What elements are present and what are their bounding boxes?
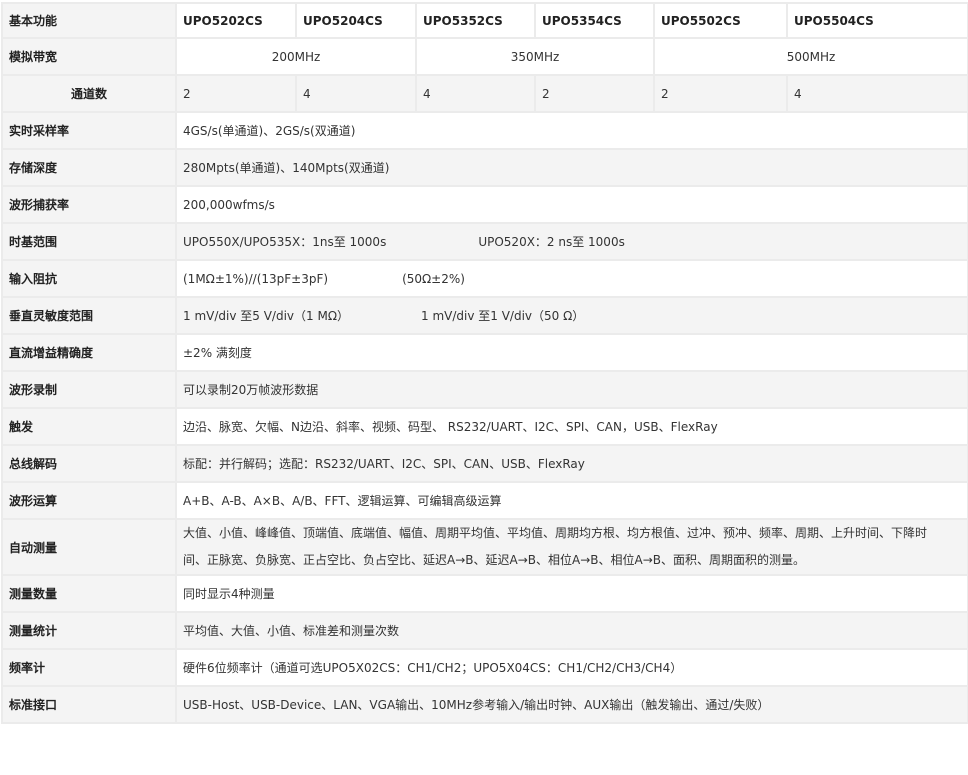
memory-depth-row: 存储深度 280Mpts(单通道)、140Mpts(双通道) <box>1 148 968 187</box>
sensitivity-value-a: 1 mV/div 至5 V/div（1 MΩ） <box>183 309 349 323</box>
row-value: 200,000wfms/s <box>175 185 968 224</box>
timebase-row: 时基范围 UPO550X/UPO535X：1ns至 1000s UPO520X：2… <box>1 222 968 261</box>
recording-row: 波形录制 可以录制20万帧波形数据 <box>1 370 968 409</box>
channels-row: 通道数 2 4 4 2 2 4 <box>1 74 968 113</box>
row-value: 280Mpts(单通道)、140Mpts(双通道) <box>175 148 968 187</box>
math-row: 波形运算 A+B、A-B、A×B、A/B、FFT、逻辑运算、可编辑高级运算 <box>1 481 968 520</box>
channels-value: 4 <box>415 74 536 113</box>
trigger-row: 触发 边沿、脉宽、欠幅、N边沿、斜率、视频、码型、 RS232/UART、I2C… <box>1 407 968 446</box>
channels-value: 4 <box>295 74 417 113</box>
auto-measure-row: 自动测量 大值、小值、峰峰值、顶端值、底端值、幅值、周期平均值、平均值、周期均方… <box>1 518 968 576</box>
row-value: 4GS/s(单通道)、2GS/s(双通道) <box>175 111 968 150</box>
row-value: (1MΩ±1%)//(13pF±3pF) (50Ω±2%) <box>175 259 968 298</box>
auto-measure-line-1: 大值、小值、峰峰值、顶端值、底端值、幅值、周期平均值、平均值、周期均方根、均方根… <box>183 526 928 540</box>
bandwidth-value: 200MHz <box>175 37 417 76</box>
timebase-value-a: UPO550X/UPO535X：1ns至 1000s <box>183 235 387 249</box>
row-label: 频率计 <box>1 648 177 687</box>
row-value: 标配：并行解码；选配：RS232/UART、I2C、SPI、CAN、USB、Fl… <box>175 444 968 483</box>
impedance-value-a: (1MΩ±1%)//(13pF±3pF) <box>183 271 329 286</box>
row-label: 时基范围 <box>1 222 177 261</box>
auto-measure-line-2: 间、正脉宽、负脉宽、正占空比、负占空比、延迟A→B、延迟A→B、相位A→B、相位… <box>183 553 805 567</box>
measure-stats-row: 测量统计 平均值、大值、小值、标准差和测量次数 <box>1 611 968 650</box>
bandwidth-value: 500MHz <box>653 37 968 76</box>
row-label: 自动测量 <box>1 518 177 576</box>
capture-rate-row: 波形捕获率 200,000wfms/s <box>1 185 968 224</box>
channels-value: 2 <box>653 74 788 113</box>
row-value: 边沿、脉宽、欠幅、N边沿、斜率、视频、码型、 RS232/UART、I2C、SP… <box>175 407 968 446</box>
row-value: 大值、小值、峰峰值、顶端值、底端值、幅值、周期平均值、平均值、周期均方根、均方根… <box>175 518 968 576</box>
row-label: 通道数 <box>1 74 177 113</box>
row-label: 直流增益精确度 <box>1 333 177 372</box>
row-value: 同时显示4种测量 <box>175 574 968 613</box>
row-label: 垂直灵敏度范围 <box>1 296 177 335</box>
sample-rate-row: 实时采样率 4GS/s(单通道)、2GS/s(双通道) <box>1 111 968 150</box>
row-label: 测量数量 <box>1 574 177 613</box>
row-label: 波形捕获率 <box>1 185 177 224</box>
channels-value: 2 <box>175 74 297 113</box>
model-header: UPO5352CS <box>415 2 536 39</box>
row-value: 可以录制20万帧波形数据 <box>175 370 968 409</box>
sensitivity-value-b: 1 mV/div 至1 V/div（50 Ω） <box>421 309 585 323</box>
bandwidth-row: 模拟带宽 200MHz 350MHz 500MHz <box>1 37 968 76</box>
channels-value: 2 <box>534 74 655 113</box>
impedance-value-b: (50Ω±2%) <box>402 271 465 286</box>
row-label: 模拟带宽 <box>1 37 177 76</box>
header-label: 基本功能 <box>1 2 177 39</box>
timebase-value-b: UPO520X：2 ns至 1000s <box>478 235 625 249</box>
row-value: A+B、A-B、A×B、A/B、FFT、逻辑运算、可编辑高级运算 <box>175 481 968 520</box>
model-header: UPO5502CS <box>653 2 788 39</box>
row-label: 波形录制 <box>1 370 177 409</box>
row-value: UPO550X/UPO535X：1ns至 1000s UPO520X：2 ns至 … <box>175 222 968 261</box>
row-label: 测量统计 <box>1 611 177 650</box>
input-impedance-row: 输入阻抗 (1MΩ±1%)//(13pF±3pF) (50Ω±2%) <box>1 259 968 298</box>
row-label: 总线解码 <box>1 444 177 483</box>
row-label: 标准接口 <box>1 685 177 724</box>
row-label: 输入阻抗 <box>1 259 177 298</box>
interfaces-row: 标准接口 USB-Host、USB-Device、LAN、VGA输出、10MHz… <box>1 685 968 724</box>
row-label: 存储深度 <box>1 148 177 187</box>
row-value: USB-Host、USB-Device、LAN、VGA输出、10MHz参考输入/… <box>175 685 968 724</box>
freq-counter-row: 频率计 硬件6位频率计（通道可选UPO5X02CS：CH1/CH2；UPO5X0… <box>1 648 968 687</box>
row-label: 波形运算 <box>1 481 177 520</box>
row-label: 实时采样率 <box>1 111 177 150</box>
model-header: UPO5202CS <box>175 2 297 39</box>
dc-gain-row: 直流增益精确度 ±2% 满刻度 <box>1 333 968 372</box>
header-row: 基本功能 UPO5202CS UPO5204CS UPO5352CS UPO53… <box>1 2 968 39</box>
measure-count-row: 测量数量 同时显示4种测量 <box>1 574 968 613</box>
model-header: UPO5354CS <box>534 2 655 39</box>
model-header: UPO5204CS <box>295 2 417 39</box>
row-value: 硬件6位频率计（通道可选UPO5X02CS：CH1/CH2；UPO5X04CS：… <box>175 648 968 687</box>
row-value: 平均值、大值、小值、标准差和测量次数 <box>175 611 968 650</box>
model-header: UPO5504CS <box>786 2 968 39</box>
row-label: 触发 <box>1 407 177 446</box>
spec-table: 基本功能 UPO5202CS UPO5204CS UPO5352CS UPO53… <box>1 2 968 724</box>
channels-value: 4 <box>786 74 968 113</box>
row-value: 1 mV/div 至5 V/div（1 MΩ） 1 mV/div 至1 V/div… <box>175 296 968 335</box>
bus-decode-row: 总线解码 标配：并行解码；选配：RS232/UART、I2C、SPI、CAN、U… <box>1 444 968 483</box>
row-value: ±2% 满刻度 <box>175 333 968 372</box>
bandwidth-value: 350MHz <box>415 37 655 76</box>
vertical-sensitivity-row: 垂直灵敏度范围 1 mV/div 至5 V/div（1 MΩ） 1 mV/div … <box>1 296 968 335</box>
